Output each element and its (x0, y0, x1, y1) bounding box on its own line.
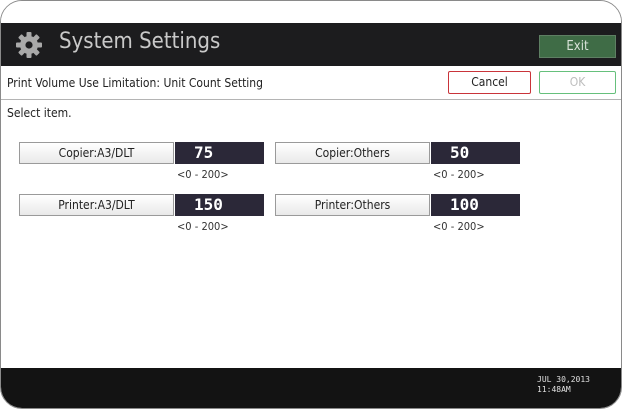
printer-a3-dlt-button[interactable]: Printer:A3/DLT (19, 194, 174, 216)
top-bezel (1, 1, 621, 23)
gear-icon (16, 32, 42, 58)
sub-header: Print Volume Use Limitation: Unit Count … (1, 67, 621, 100)
date-text: JUL 30,2013 (537, 375, 590, 384)
time-text: 11:48AM (537, 385, 571, 394)
copier-others-button[interactable]: Copier:Others (275, 142, 430, 164)
copier-a3-dlt-range: <0 - 200> (177, 168, 229, 181)
copier-a3-dlt-button[interactable]: Copier:A3/DLT (19, 142, 174, 164)
title-bar: System Settings Exit (1, 23, 621, 66)
setting-title: Print Volume Use Limitation: Unit Count … (7, 76, 264, 90)
copier-others-range: <0 - 200> (433, 168, 485, 181)
ok-button[interactable]: OK (539, 71, 616, 94)
status-footer: JUL 30,2013 11:48AM (1, 368, 621, 408)
printer-others-value: 100 (431, 194, 520, 216)
instruction-text: Select item. (7, 106, 72, 120)
printer-a3-dlt-value: 150 (175, 194, 264, 216)
printer-others-range: <0 - 200> (433, 220, 485, 233)
page-title: System Settings (59, 29, 221, 54)
datetime-display: JUL 30,2013 11:48AM (537, 375, 590, 395)
copier-others-value: 50 (431, 142, 520, 164)
copier-a3-dlt-value: 75 (175, 142, 264, 164)
exit-button[interactable]: Exit (539, 35, 616, 58)
printer-a3-dlt-range: <0 - 200> (177, 220, 229, 233)
printer-others-button[interactable]: Printer:Others (275, 194, 430, 216)
settings-screen: System Settings Exit Print Volume Use Li… (0, 0, 622, 409)
cancel-button[interactable]: Cancel (448, 71, 531, 94)
